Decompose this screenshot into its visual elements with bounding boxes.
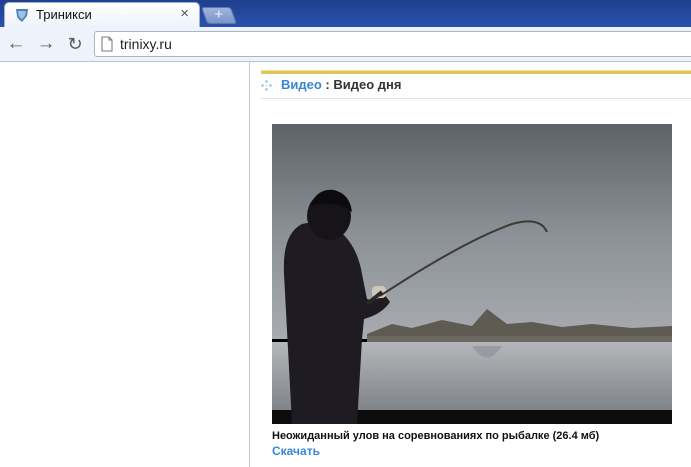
plus-icon: + <box>214 6 224 23</box>
video-caption: Неожиданный улов на соревнованиях по рыб… <box>272 430 600 442</box>
page-content: Видео : Видео дня Неожиданный улов на со… <box>0 62 691 467</box>
browser-toolbar: ← → ↻ trinixy.ru <box>0 27 691 62</box>
back-arrow-icon[interactable]: ← <box>5 34 27 54</box>
column-divider <box>249 62 250 467</box>
video-category-link[interactable]: Видео <box>281 77 322 92</box>
man-fishing-on-river-image <box>272 124 672 424</box>
gold-rule <box>261 70 691 74</box>
browser-tab-trinixy[interactable]: Триникси × <box>4 2 200 27</box>
breadcrumb-separator: : <box>321 77 334 92</box>
download-link[interactable]: Скачать <box>272 444 320 458</box>
trinixy-shield-icon <box>16 9 28 22</box>
tab-title: Триникси <box>36 7 92 22</box>
address-bar[interactable]: trinixy.ru <box>94 31 691 57</box>
header-rule <box>261 98 691 99</box>
browser-titlebar: Триникси × + <box>0 0 691 27</box>
new-tab-button[interactable]: + <box>200 6 238 24</box>
reload-icon[interactable]: ↻ <box>64 34 86 54</box>
tab-close-icon[interactable]: × <box>180 6 189 22</box>
sparkle-bullet-icon <box>261 80 272 91</box>
left-column <box>0 62 249 467</box>
video-thumbnail[interactable] <box>272 124 672 424</box>
section-title: Видео дня <box>333 77 402 92</box>
page-icon <box>101 36 113 52</box>
url-text[interactable]: trinixy.ru <box>120 36 172 52</box>
forward-arrow-icon[interactable]: → <box>35 34 57 54</box>
section-header: Видео : Видео дня <box>281 77 401 92</box>
